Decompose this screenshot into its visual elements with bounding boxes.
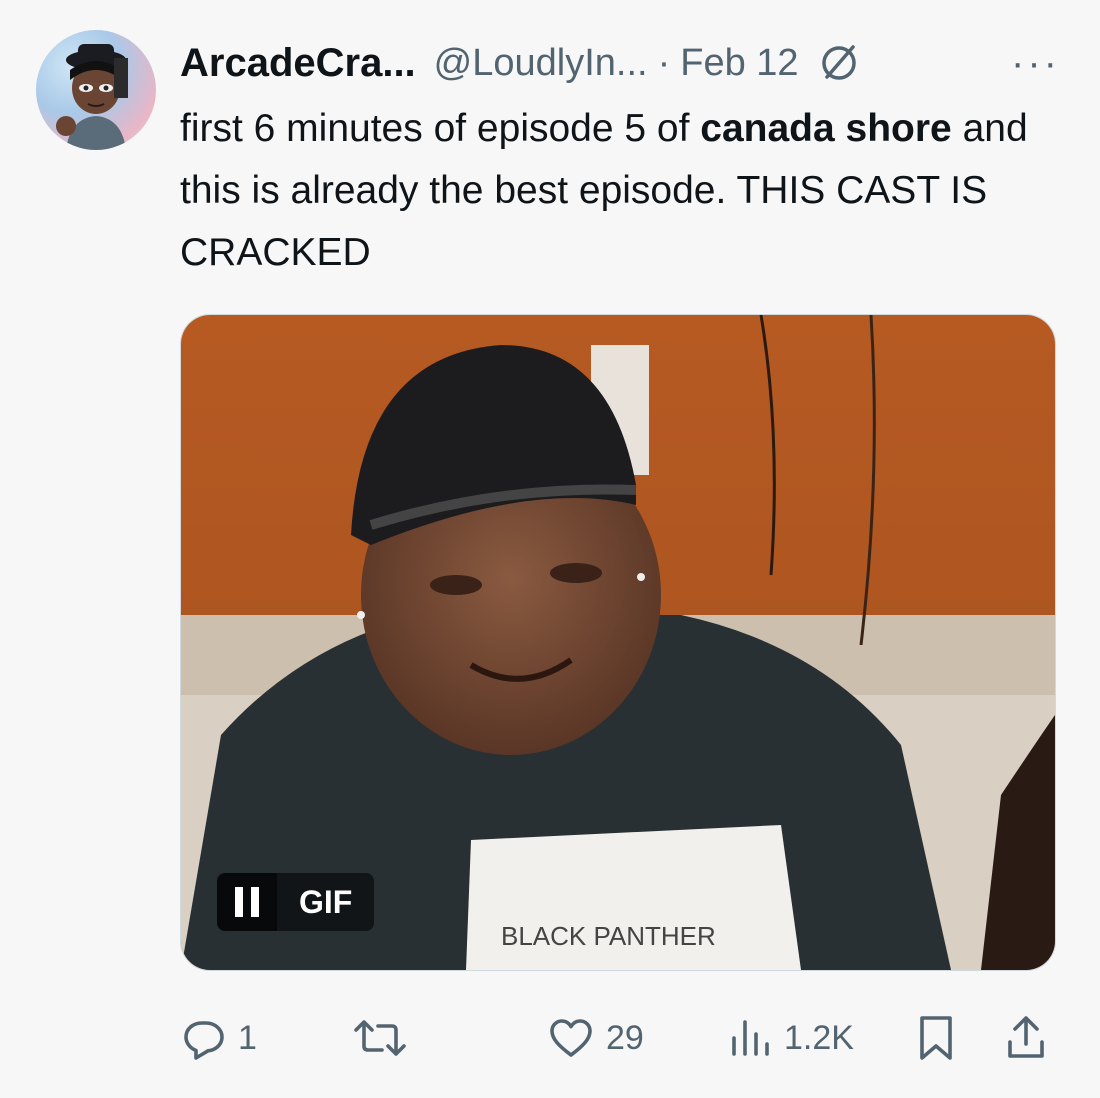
share-button[interactable] — [1002, 1008, 1050, 1068]
like-icon — [550, 1019, 592, 1057]
display-name[interactable]: ArcadeCra... — [180, 41, 416, 86]
tweet-text-part1: first 6 minutes of episode 5 of — [180, 107, 701, 150]
verified-icon[interactable] — [817, 41, 861, 85]
pause-icon[interactable] — [217, 873, 277, 931]
shirt-text: BLACK PANTHER — [501, 921, 716, 951]
gif-label: GIF — [277, 873, 375, 931]
gif-frame: BLACK PANTHER — [181, 315, 1055, 970]
like-button[interactable]: 29 — [546, 1008, 644, 1068]
bookmark-icon — [920, 1016, 952, 1060]
reply-button[interactable]: 1 — [180, 1008, 257, 1068]
tweet-header: ArcadeCra... @LoudlyIn... · Feb 12 ··· — [180, 36, 1060, 90]
views-count: 1.2K — [784, 1018, 854, 1057]
avatar-illustration — [56, 44, 128, 150]
gif-badge[interactable]: GIF — [217, 873, 375, 931]
tweet-text-bold: canada shore — [700, 107, 952, 150]
user-handle[interactable]: @LoudlyIn... — [434, 42, 648, 85]
repost-icon — [354, 1020, 406, 1056]
more-icon[interactable]: ··· — [1011, 43, 1060, 83]
views-button[interactable]: 1.2K — [726, 1008, 854, 1068]
bookmark-button[interactable] — [912, 1008, 960, 1068]
tweet-text: first 6 minutes of episode 5 of canada s… — [180, 98, 1070, 284]
tweet-actions: 1 29 1.2K — [180, 1008, 1060, 1068]
separator-dot: · — [657, 41, 671, 84]
reply-count: 1 — [238, 1018, 257, 1057]
views-icon — [732, 1020, 769, 1056]
repost-button[interactable] — [352, 1008, 418, 1068]
gif-media[interactable]: BLACK PANTHER GIF — [180, 314, 1056, 971]
tweet-date[interactable]: Feb 12 — [680, 42, 798, 85]
reply-icon — [184, 1021, 224, 1060]
like-count: 29 — [606, 1018, 644, 1057]
share-icon — [1008, 1016, 1044, 1058]
avatar[interactable] — [36, 30, 156, 150]
